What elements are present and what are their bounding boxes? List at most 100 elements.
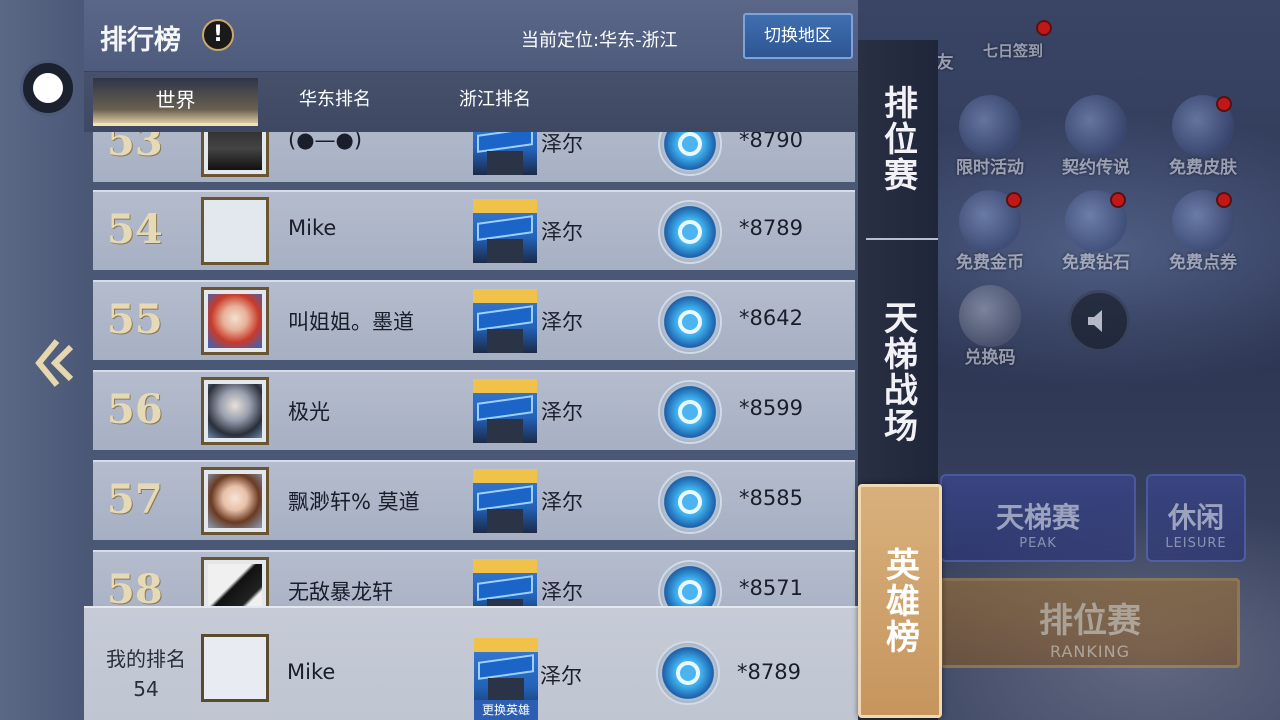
- switch-region-button[interactable]: 切换地区: [743, 13, 853, 59]
- hero-name: 泽尔: [541, 132, 583, 156]
- ranking-mode-button[interactable]: 排位赛 RANKING: [940, 578, 1240, 668]
- info-icon[interactable]: !: [202, 19, 234, 51]
- double-chevron-left-icon: [35, 339, 74, 387]
- record-dot-icon: [33, 73, 63, 103]
- rank-number: 57: [107, 476, 163, 523]
- redeem-code-icon[interactable]: 兑换码: [950, 285, 1030, 368]
- table-row[interactable]: 53 (●—●) 泽尔 *8790: [93, 132, 855, 182]
- ladder-mode-subtitle: PEAK: [1019, 536, 1057, 551]
- table-row[interactable]: 58 无敌暴龙轩 泽尔 *8571: [93, 550, 855, 606]
- tab-world[interactable]: 世界: [93, 78, 258, 126]
- leisure-mode-subtitle: LEISURE: [1165, 536, 1227, 551]
- my-hero-portrait[interactable]: 更换英雄: [474, 638, 538, 720]
- player-name: (●—●): [288, 132, 363, 152]
- swap-hero-button[interactable]: 更换英雄: [474, 700, 538, 720]
- rank-medal-icon: [658, 560, 722, 606]
- free-skin-label: 免费皮肤: [1169, 158, 1237, 178]
- my-rank-label: 我的排名: [106, 647, 186, 671]
- tab-ranked-match[interactable]: 排位赛: [858, 40, 938, 238]
- notification-dot: [1036, 20, 1052, 36]
- contract-legend-graphic: [1065, 95, 1127, 157]
- player-name: 叫姐姐。墨道: [288, 310, 414, 334]
- tab-ladder-battle[interactable]: 天梯战场: [858, 252, 938, 492]
- limited-event-graphic: [959, 95, 1021, 157]
- limited-event-label: 限时活动: [956, 158, 1024, 178]
- tag-graphic: [959, 285, 1021, 347]
- redeem-code-label: 兑换码: [964, 348, 1016, 368]
- my-name: Mike: [287, 660, 336, 684]
- table-row[interactable]: 57 飘渺轩% 莫道 泽尔 *8585: [93, 460, 855, 540]
- player-avatar: [201, 467, 269, 535]
- player-score: *8571: [739, 576, 803, 600]
- rank-number: 55: [107, 296, 163, 343]
- back-chevron-icon[interactable]: [30, 335, 80, 391]
- speaker-icon[interactable]: [1068, 290, 1130, 352]
- record-button[interactable]: [20, 60, 76, 116]
- contract-legend-icon[interactable]: 契约传说: [1056, 95, 1136, 178]
- player-avatar: [201, 132, 269, 177]
- player-score: *8789: [739, 216, 803, 240]
- panel-header: 排行榜 ! 当前定位:华东-浙江 切换地区: [84, 0, 858, 72]
- player-score: *8599: [739, 396, 803, 420]
- hero-portrait: [473, 132, 537, 175]
- my-hero-name: 泽尔: [540, 664, 582, 688]
- daily-checkin-label: 七日签到: [982, 42, 1043, 60]
- rank-medal-icon: [658, 470, 722, 534]
- rank-number: 58: [107, 566, 163, 606]
- table-row[interactable]: 55 叫姐姐。墨道 泽尔 *8642: [93, 280, 855, 360]
- hero-name: 泽尔: [541, 310, 583, 334]
- hero-name: 泽尔: [541, 220, 583, 244]
- ranking-mode-title: 排位赛: [1039, 601, 1141, 641]
- table-row[interactable]: 56 极光 泽尔 *8599: [93, 370, 855, 450]
- player-avatar: [201, 287, 269, 355]
- player-score: *8642: [739, 306, 803, 330]
- ladder-mode-title: 天梯赛: [995, 501, 1080, 534]
- anime-avatar-image: [208, 294, 262, 348]
- player-name: 极光: [288, 400, 330, 424]
- hero-portrait: [473, 289, 537, 353]
- leisure-mode-title: 休闲: [1167, 501, 1224, 534]
- tab-zhejiang[interactable]: 浙江排名: [434, 78, 556, 126]
- limited-event-icon[interactable]: 限时活动: [950, 95, 1030, 178]
- leaderboard-panel: 排行榜 ! 当前定位:华东-浙江 切换地区 世界 华东排名 浙江排名 53 (●…: [84, 0, 858, 720]
- free-points-label: 免费点券: [1169, 253, 1237, 273]
- anime-avatar-image: [208, 384, 262, 438]
- tab-divider: [866, 238, 938, 240]
- page-title: 排行榜: [100, 25, 181, 56]
- hero-portrait: [473, 559, 537, 606]
- rank-number: 53: [107, 132, 163, 165]
- tab-east-china[interactable]: 华东排名: [274, 78, 396, 126]
- ranking-mode-subtitle: RANKING: [1050, 642, 1130, 661]
- rank-medal-icon: [658, 200, 722, 264]
- dark-avatar-image: [208, 132, 262, 170]
- my-score: *8789: [737, 660, 801, 684]
- rank-medal-icon: [658, 132, 722, 176]
- my-rank-number: 54: [133, 677, 159, 701]
- rank-medal-icon: [658, 380, 722, 444]
- hero-name: 泽尔: [541, 400, 583, 424]
- notification-dot: [1216, 192, 1232, 208]
- rank-medal-icon: [658, 290, 722, 354]
- notification-dot: [1110, 192, 1126, 208]
- category-tabs: 排位赛 天梯战场 英雄榜: [858, 40, 942, 720]
- free-diamond-label: 免费钻石: [1062, 253, 1130, 273]
- player-name: Mike: [288, 216, 337, 240]
- contract-legend-label: 契约传说: [1062, 158, 1130, 178]
- notification-dot: [1006, 192, 1022, 208]
- tab-hero-board[interactable]: 英雄榜: [858, 484, 942, 718]
- leisure-mode-button[interactable]: 休闲 LEISURE: [1146, 474, 1246, 562]
- leaderboard-list[interactable]: 53 (●—●) 泽尔 *8790 54 Mike 泽尔 *8789 55 叫姐…: [84, 132, 858, 606]
- player-score: *8790: [739, 132, 803, 152]
- hero-portrait: [473, 379, 537, 443]
- dark-avatar-image: [208, 564, 262, 606]
- scope-tabs: 世界 华东排名 浙江排名: [84, 72, 858, 132]
- rank-number: 56: [107, 386, 163, 433]
- speaker-glyph: [1088, 310, 1102, 332]
- my-rank-label-block: 我的排名 54: [96, 644, 196, 704]
- table-row[interactable]: 54 Mike 泽尔 *8789: [93, 190, 855, 270]
- player-name: 飘渺轩% 莫道: [288, 490, 420, 514]
- ladder-mode-button[interactable]: 天梯赛 PEAK: [940, 474, 1136, 562]
- hero-name: 泽尔: [541, 580, 583, 604]
- player-name: 无敌暴龙轩: [288, 580, 393, 604]
- hero-name: 泽尔: [541, 490, 583, 514]
